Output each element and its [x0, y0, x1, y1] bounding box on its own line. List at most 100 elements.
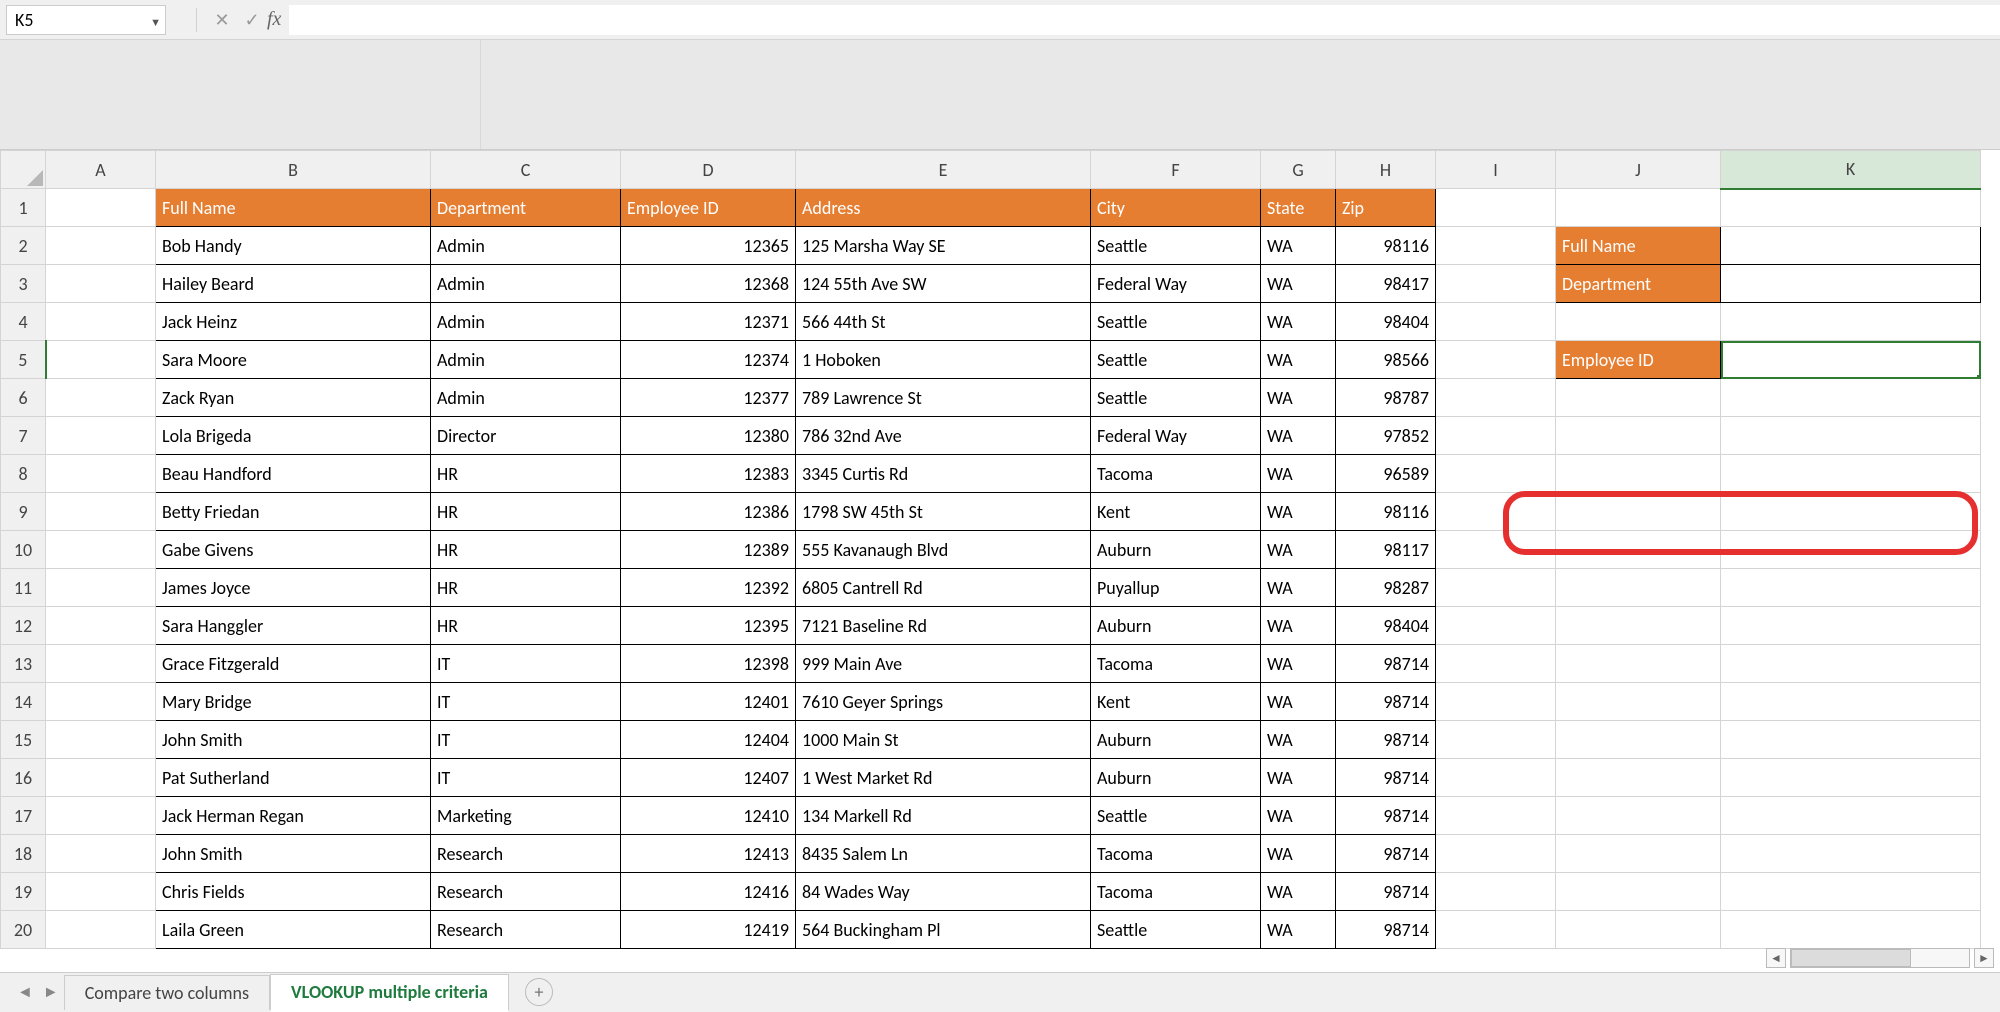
cell-H14[interactable]: 98714 [1336, 683, 1436, 721]
select-all-corner[interactable] [1, 151, 46, 189]
cell-B16[interactable]: Pat Sutherland [156, 759, 431, 797]
tab-vlookup[interactable]: VLOOKUP multiple criteria [270, 974, 509, 1012]
cell-F4[interactable]: Seattle [1091, 303, 1261, 341]
row-header-14[interactable]: 14 [1, 683, 46, 721]
cell-E6[interactable]: 789 Lawrence St [796, 379, 1091, 417]
cell-E19[interactable]: 84 Wades Way [796, 873, 1091, 911]
cell-I2[interactable] [1436, 227, 1556, 265]
cell-H2[interactable]: 98116 [1336, 227, 1436, 265]
cell-F6[interactable]: Seattle [1091, 379, 1261, 417]
cell-A13[interactable] [46, 645, 156, 683]
cell-K6[interactable] [1721, 379, 1981, 417]
cell-I9[interactable] [1436, 493, 1556, 531]
cell-A6[interactable] [46, 379, 156, 417]
cell-J4[interactable] [1556, 303, 1721, 341]
cell-G16[interactable]: WA [1261, 759, 1336, 797]
cell-F13[interactable]: Tacoma [1091, 645, 1261, 683]
col-header-H[interactable]: H [1336, 151, 1436, 189]
cell-H18[interactable]: 98714 [1336, 835, 1436, 873]
cell-H3[interactable]: 98417 [1336, 265, 1436, 303]
cell-C2[interactable]: Admin [431, 227, 621, 265]
cell-I16[interactable] [1436, 759, 1556, 797]
cell-I10[interactable] [1436, 531, 1556, 569]
cell-H11[interactable]: 98287 [1336, 569, 1436, 607]
cell-G15[interactable]: WA [1261, 721, 1336, 759]
cell-J5[interactable]: Employee ID [1556, 341, 1721, 379]
cell-E17[interactable]: 134 Markell Rd [796, 797, 1091, 835]
cell-H7[interactable]: 97852 [1336, 417, 1436, 455]
cell-K17[interactable] [1721, 797, 1981, 835]
cell-G1[interactable]: State [1261, 189, 1336, 227]
cell-F11[interactable]: Puyallup [1091, 569, 1261, 607]
cell-H5[interactable]: 98566 [1336, 341, 1436, 379]
cell-J11[interactable] [1556, 569, 1721, 607]
cell-C19[interactable]: Research [431, 873, 621, 911]
cell-I1[interactable] [1436, 189, 1556, 227]
cell-C13[interactable]: IT [431, 645, 621, 683]
col-header-C[interactable]: C [431, 151, 621, 189]
cell-D2[interactable]: 12365 [621, 227, 796, 265]
cell-E5[interactable]: 1 Hoboken [796, 341, 1091, 379]
cell-G7[interactable]: WA [1261, 417, 1336, 455]
cell-B11[interactable]: James Joyce [156, 569, 431, 607]
cell-K10[interactable] [1721, 531, 1981, 569]
row-header-10[interactable]: 10 [1, 531, 46, 569]
col-header-A[interactable]: A [46, 151, 156, 189]
cell-D3[interactable]: 12368 [621, 265, 796, 303]
cell-E12[interactable]: 7121 Baseline Rd [796, 607, 1091, 645]
cell-F5[interactable]: Seattle [1091, 341, 1261, 379]
cell-H10[interactable]: 98117 [1336, 531, 1436, 569]
cell-D18[interactable]: 12413 [621, 835, 796, 873]
cell-I19[interactable] [1436, 873, 1556, 911]
cell-C3[interactable]: Admin [431, 265, 621, 303]
cell-E9[interactable]: 1798 SW 45th St [796, 493, 1091, 531]
cell-E4[interactable]: 566 44th St [796, 303, 1091, 341]
cell-D20[interactable]: 12419 [621, 911, 796, 949]
cell-I4[interactable] [1436, 303, 1556, 341]
cell-K4[interactable] [1721, 303, 1981, 341]
cell-H20[interactable]: 98714 [1336, 911, 1436, 949]
cell-A8[interactable] [46, 455, 156, 493]
cell-B13[interactable]: Grace Fitzgerald [156, 645, 431, 683]
cell-B3[interactable]: Hailey Beard [156, 265, 431, 303]
cell-F19[interactable]: Tacoma [1091, 873, 1261, 911]
cell-H16[interactable]: 98714 [1336, 759, 1436, 797]
cell-E10[interactable]: 555 Kavanaugh Blvd [796, 531, 1091, 569]
cell-K9[interactable] [1721, 493, 1981, 531]
cell-J18[interactable] [1556, 835, 1721, 873]
col-header-D[interactable]: D [621, 151, 796, 189]
cell-F16[interactable]: Auburn [1091, 759, 1261, 797]
row-header-8[interactable]: 8 [1, 455, 46, 493]
col-header-F[interactable]: F [1091, 151, 1261, 189]
cell-G17[interactable]: WA [1261, 797, 1336, 835]
col-header-K[interactable]: K [1721, 151, 1981, 189]
cell-A2[interactable] [46, 227, 156, 265]
row-header-3[interactable]: 3 [1, 265, 46, 303]
row-header-20[interactable]: 20 [1, 911, 46, 949]
cell-F7[interactable]: Federal Way [1091, 417, 1261, 455]
cell-E18[interactable]: 8435 Salem Ln [796, 835, 1091, 873]
row-header-9[interactable]: 9 [1, 493, 46, 531]
cell-G20[interactable]: WA [1261, 911, 1336, 949]
row-header-7[interactable]: 7 [1, 417, 46, 455]
row-header-16[interactable]: 16 [1, 759, 46, 797]
add-sheet-button[interactable]: + [525, 978, 553, 1006]
cell-J9[interactable] [1556, 493, 1721, 531]
cell-H13[interactable]: 98714 [1336, 645, 1436, 683]
cell-A3[interactable] [46, 265, 156, 303]
active-cell[interactable] [1721, 341, 1981, 379]
cell-A5[interactable] [46, 341, 156, 379]
cell-B1[interactable]: Full Name [156, 189, 431, 227]
cell-A9[interactable] [46, 493, 156, 531]
cell-J3[interactable]: Department [1556, 265, 1721, 303]
row-header-12[interactable]: 12 [1, 607, 46, 645]
tab-compare[interactable]: Compare two columns [64, 975, 270, 1010]
col-header-I[interactable]: I [1436, 151, 1556, 189]
cell-H6[interactable]: 98787 [1336, 379, 1436, 417]
cell-C15[interactable]: IT [431, 721, 621, 759]
cell-F10[interactable]: Auburn [1091, 531, 1261, 569]
cell-J2[interactable]: Full Name [1556, 227, 1721, 265]
cell-A18[interactable] [46, 835, 156, 873]
cell-D17[interactable]: 12410 [621, 797, 796, 835]
cell-I17[interactable] [1436, 797, 1556, 835]
